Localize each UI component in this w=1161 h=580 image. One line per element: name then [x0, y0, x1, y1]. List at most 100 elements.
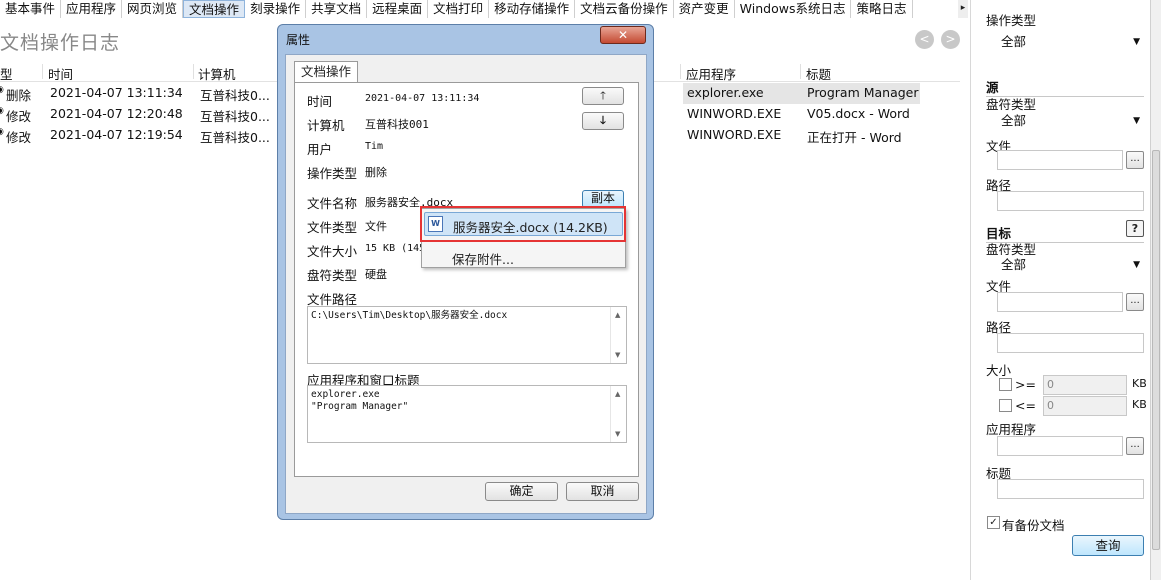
- path-textarea[interactable]: C:\Users\Tim\Desktop\服务器安全.docx ▲ ▼: [307, 306, 627, 364]
- tab-8[interactable]: 移动存储操作: [489, 0, 576, 18]
- has-backup-checkbox[interactable]: ✓: [987, 516, 1000, 529]
- src-drive-select[interactable]: 全部 ▼: [997, 111, 1144, 131]
- has-backup-label: 有备份文档: [1002, 518, 1065, 533]
- size-label: 大小: [986, 363, 1012, 378]
- row-icon: ◉: [0, 106, 4, 116]
- scroll-down-icon: ▼: [615, 351, 621, 359]
- row-computer: 互普科技0...: [200, 109, 270, 124]
- row-app: WINWORD.EXE: [687, 106, 782, 121]
- ok-button[interactable]: 确定: [485, 482, 558, 501]
- src-file-browse-button[interactable]: ...: [1126, 151, 1144, 169]
- tab-3[interactable]: 文档操作: [183, 0, 246, 18]
- size-le-checkbox[interactable]: [999, 399, 1012, 412]
- down-arrow-button[interactable]: 🡓: [582, 112, 624, 130]
- dialog-title: 属性: [286, 33, 311, 47]
- row-type: 删除: [6, 88, 32, 103]
- up-arrow-button[interactable]: 🡑: [582, 87, 624, 105]
- row-type: 修改: [6, 130, 32, 145]
- filesize-value: 15 KB (145: [365, 243, 426, 254]
- src-file-input[interactable]: [997, 150, 1123, 170]
- tab-6[interactable]: 远程桌面: [367, 0, 429, 18]
- optype-value: 删除: [365, 166, 387, 179]
- filename-label: 文件名称: [307, 196, 358, 211]
- op-type-label: 操作类型: [986, 13, 1037, 28]
- tab-document-operation[interactable]: 文档操作: [294, 61, 358, 83]
- tab-2[interactable]: 网页浏览: [122, 0, 184, 18]
- row-time: 2021-04-07 13:11:34: [50, 85, 183, 100]
- size-le-input[interactable]: 0: [1043, 396, 1127, 416]
- size-le-label: <=: [1015, 398, 1036, 413]
- tgt-drive-select[interactable]: 全部 ▼: [997, 255, 1144, 275]
- chevron-down-icon: ▼: [1133, 260, 1140, 270]
- tgt-file-browse-button[interactable]: ...: [1126, 293, 1144, 311]
- col-app[interactable]: 应用程序: [686, 64, 736, 83]
- drive-value: 硬盘: [365, 268, 387, 281]
- chevron-down-icon: ▼: [1133, 37, 1140, 47]
- size-ge-label: >=: [1015, 377, 1036, 392]
- title-input[interactable]: [997, 479, 1144, 499]
- page-title: 文档操作日志: [0, 32, 121, 54]
- row-time: 2021-04-07 12:19:54: [50, 127, 183, 142]
- filter-panel: 操作类型 全部 ▼ 源 盘符类型 全部 ▼ 文件 ... 路径 目标 ? 盘符类型 …: [970, 0, 1161, 580]
- tab-9[interactable]: 文档云备份操作: [575, 0, 674, 18]
- row-title: Program Manager: [807, 85, 919, 100]
- col-title[interactable]: 标题: [806, 64, 831, 83]
- filetype-value: 文件: [365, 220, 387, 233]
- user-label: 用户: [307, 142, 333, 157]
- appwin-textarea[interactable]: explorer.exe "Program Manager" ▲ ▼: [307, 385, 627, 443]
- row-icon: ◉: [0, 85, 4, 95]
- time-label: 时间: [307, 94, 333, 109]
- row-computer: 互普科技0...: [200, 88, 270, 103]
- arrow-down-icon: 🡓: [600, 114, 606, 127]
- user-value: Tim: [365, 141, 384, 152]
- filetype-label: 文件类型: [307, 220, 358, 235]
- menu-item-save-attachment[interactable]: 保存附件...: [452, 249, 514, 268]
- tab-11[interactable]: Windows系统日志: [735, 0, 852, 18]
- arrow-up-icon: 🡑: [600, 89, 606, 102]
- size-ge-checkbox[interactable]: [999, 378, 1012, 391]
- col-time[interactable]: 时间: [48, 64, 73, 83]
- app-browse-button[interactable]: ...: [1126, 437, 1144, 455]
- scroll-up-icon: ▲: [615, 390, 621, 398]
- computer-value: 互普科技001: [365, 118, 429, 131]
- size-ge-unit: KB: [1132, 377, 1147, 390]
- back-icon[interactable]: <: [915, 30, 934, 49]
- tab-12[interactable]: 策略日志: [851, 0, 913, 18]
- row-time: 2021-04-07 12:20:48: [50, 106, 183, 121]
- appwin-scrollbar[interactable]: ▲ ▼: [610, 386, 626, 442]
- module-tabs: 基本事件 应用程序 网页浏览 文档操作 刻录操作 共享文档 远程桌面 文档打印 移动存储操作 文档…: [0, 0, 960, 18]
- tgt-path-input[interactable]: [997, 333, 1144, 353]
- path-scrollbar[interactable]: ▲ ▼: [610, 307, 626, 363]
- row-type: 修改: [6, 109, 32, 124]
- close-button[interactable]: ✕: [600, 26, 646, 44]
- dialog-tab-panel: 时间 2021-04-07 13:11:34 🡑 计算机 互普科技001 🡓 用…: [294, 82, 639, 477]
- tab-5[interactable]: 共享文档: [306, 0, 368, 18]
- tab-1[interactable]: 应用程序: [61, 0, 123, 18]
- tgt-file-input[interactable]: [997, 292, 1123, 312]
- size-le-unit: KB: [1132, 398, 1147, 411]
- row-icon: ◉: [0, 127, 4, 137]
- tab-0[interactable]: 基本事件: [0, 0, 62, 18]
- cancel-button[interactable]: 取消: [566, 482, 639, 501]
- appwin-text: explorer.exe "Program Manager": [311, 389, 409, 412]
- forward-icon[interactable]: >: [941, 30, 960, 49]
- op-type-select[interactable]: 全部 ▼: [997, 32, 1144, 52]
- properties-dialog: 属性 ✕ 文档操作 时间 2021-04-07 13:11:34 🡑 计算机 互…: [277, 24, 654, 520]
- optype-label: 操作类型: [307, 166, 358, 181]
- highlight-box: [420, 206, 626, 242]
- panel-scrollbar[interactable]: [1150, 0, 1161, 580]
- col-computer[interactable]: 计算机: [198, 64, 236, 83]
- app-input[interactable]: [997, 436, 1123, 456]
- src-path-input[interactable]: [997, 191, 1144, 211]
- help-button[interactable]: ?: [1126, 220, 1144, 237]
- drive-label: 盘符类型: [307, 268, 358, 283]
- size-ge-input[interactable]: 0: [1043, 375, 1127, 395]
- col-type[interactable]: 型: [0, 64, 13, 83]
- tabs-overflow-icon[interactable]: ▸: [958, 0, 968, 18]
- tab-4[interactable]: 刻录操作: [245, 0, 307, 18]
- filesize-label: 文件大小: [307, 244, 358, 259]
- tab-7[interactable]: 文档打印: [428, 0, 490, 18]
- query-button[interactable]: 查询: [1072, 535, 1144, 556]
- row-computer: 互普科技0...: [200, 130, 270, 145]
- tab-10[interactable]: 资产变更: [674, 0, 735, 18]
